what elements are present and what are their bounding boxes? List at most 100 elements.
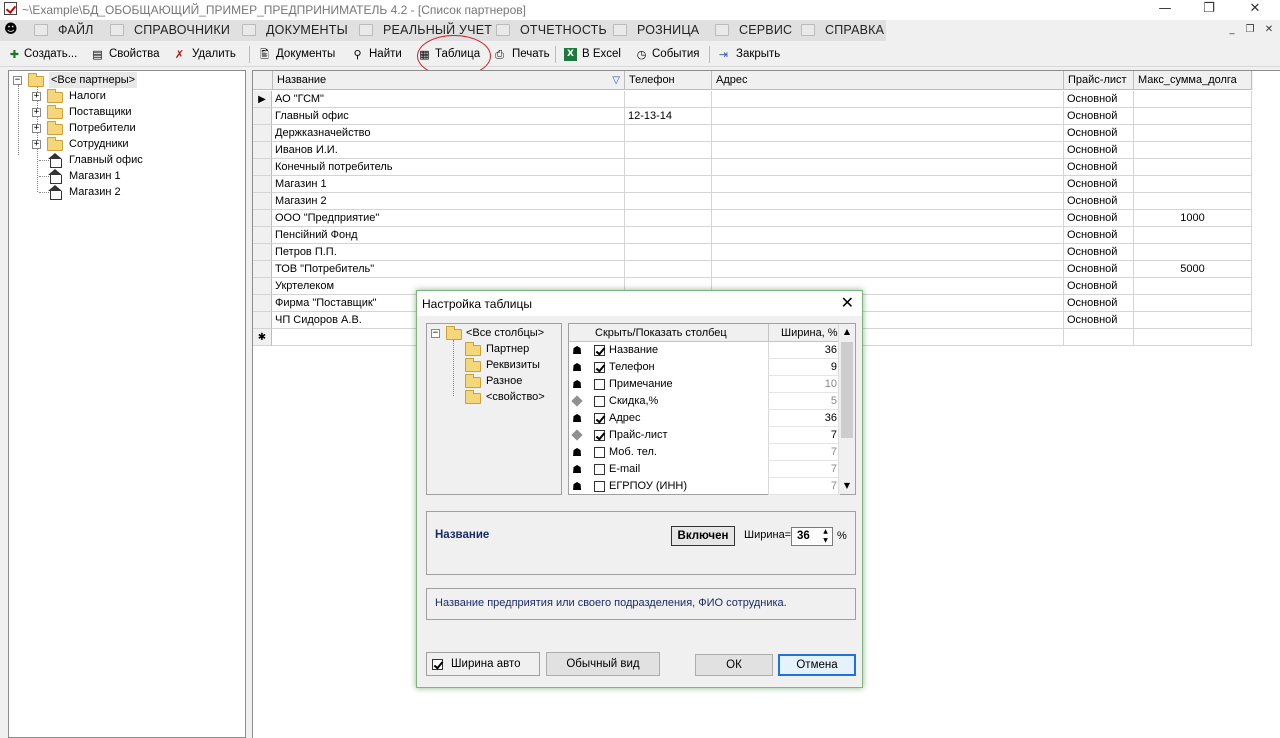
- cell-maxdebt[interactable]: 5000: [1134, 261, 1252, 278]
- spin-down-arrow[interactable]: ▼: [819, 537, 832, 545]
- cell-phone[interactable]: [625, 176, 712, 193]
- spin-up-arrow[interactable]: ▲: [819, 528, 832, 536]
- cell-pricelist[interactable]: [1064, 329, 1134, 346]
- tree-item-folder[interactable]: + Потребители: [32, 120, 232, 136]
- column-visible-checkbox[interactable]: [594, 447, 605, 458]
- cell-name[interactable]: Держказначейство: [272, 125, 625, 142]
- collapse-icon[interactable]: −: [431, 329, 440, 338]
- cell-pricelist[interactable]: Основной: [1064, 108, 1134, 125]
- table-row[interactable]: Пенсійний Фонд Основной: [253, 227, 1253, 244]
- scroll-down-arrow[interactable]: ▼: [839, 478, 855, 494]
- cell-address[interactable]: [712, 108, 1064, 125]
- cell-pricelist[interactable]: Основной: [1064, 278, 1134, 295]
- row-indicator[interactable]: ▶: [253, 91, 272, 108]
- cell-pricelist[interactable]: Основной: [1064, 125, 1134, 142]
- table-row[interactable]: Магазин 1 Основной: [253, 176, 1253, 193]
- table-row[interactable]: Главный офис 12-13-14 Основной: [253, 108, 1253, 125]
- cell-maxdebt[interactable]: [1134, 244, 1252, 261]
- cell-phone[interactable]: [625, 91, 712, 108]
- column-width[interactable]: 7: [768, 478, 840, 495]
- list-item[interactable]: ☗ Название 36: [569, 342, 840, 359]
- list-item[interactable]: ☗ E-mail 7: [569, 461, 840, 478]
- cell-address[interactable]: [712, 91, 1064, 108]
- row-indicator[interactable]: [253, 210, 272, 227]
- cell-name[interactable]: АО "ГСМ": [272, 91, 625, 108]
- cell-pricelist[interactable]: Основной: [1064, 91, 1134, 108]
- row-indicator[interactable]: [253, 295, 272, 312]
- tree-item-folder[interactable]: + Сотрудники: [32, 136, 232, 152]
- cell-pricelist[interactable]: Основной: [1064, 261, 1134, 278]
- cell-phone[interactable]: 12-13-14: [625, 108, 712, 125]
- cell-maxdebt[interactable]: [1134, 312, 1252, 329]
- column-header-address[interactable]: Адрес: [712, 71, 1064, 90]
- cell-pricelist[interactable]: Основной: [1064, 312, 1134, 329]
- delete-button[interactable]: ✗ Удалить: [173, 45, 237, 64]
- cell-pricelist[interactable]: Основной: [1064, 227, 1134, 244]
- row-indicator[interactable]: ✱: [253, 329, 272, 346]
- cell-name[interactable]: Магазин 1: [272, 176, 625, 193]
- expand-icon[interactable]: +: [32, 140, 41, 149]
- cell-address[interactable]: [712, 227, 1064, 244]
- expand-icon[interactable]: +: [32, 124, 41, 133]
- table-row[interactable]: Магазин 2 Основной: [253, 193, 1253, 210]
- cell-address[interactable]: [712, 142, 1064, 159]
- table-row[interactable]: Петров П.П. Основной: [253, 244, 1253, 261]
- enabled-toggle-button[interactable]: Включен: [671, 526, 735, 546]
- list-item[interactable]: Скидка,% 5: [569, 393, 840, 410]
- cell-name[interactable]: Иванов И.И.: [272, 142, 625, 159]
- expand-icon[interactable]: +: [32, 108, 41, 117]
- cell-maxdebt[interactable]: [1134, 159, 1252, 176]
- table-row[interactable]: ▶ АО "ГСМ" Основной: [253, 91, 1253, 108]
- cell-maxdebt[interactable]: [1134, 108, 1252, 125]
- row-indicator[interactable]: [253, 261, 272, 278]
- close-view-button[interactable]: ⇥ Закрыть: [717, 45, 781, 64]
- tree-item-root[interactable]: − <Все партнеры>: [13, 72, 243, 88]
- cell-address[interactable]: [712, 210, 1064, 227]
- table-row[interactable]: Конечный потребитель Основной: [253, 159, 1253, 176]
- properties-button[interactable]: ▤ Свойства: [91, 45, 161, 64]
- cell-maxdebt[interactable]: [1134, 329, 1252, 346]
- ok-button[interactable]: ОК: [695, 654, 773, 676]
- column-header-phone[interactable]: Телефон: [625, 71, 712, 90]
- cell-pricelist[interactable]: Основной: [1064, 244, 1134, 261]
- dialog-close-button[interactable]: ✕: [841, 294, 854, 312]
- column-visibility-list[interactable]: Скрыть/Показать столбец Ширина, % ☗ Назва…: [568, 323, 856, 495]
- scroll-up-arrow[interactable]: ▲: [839, 324, 855, 340]
- list-scrollbar[interactable]: ▲ ▼: [838, 324, 855, 494]
- cell-maxdebt[interactable]: 1000: [1134, 210, 1252, 227]
- cell-address[interactable]: [712, 159, 1064, 176]
- column-tree-root[interactable]: − <Все столбцы>: [431, 325, 559, 341]
- cell-pricelist[interactable]: Основной: [1064, 193, 1134, 210]
- list-item[interactable]: ☗ Телефон 9: [569, 359, 840, 376]
- tree-item-folder[interactable]: + Поставщики: [32, 104, 232, 120]
- column-width[interactable]: 7: [768, 461, 840, 478]
- expand-icon[interactable]: +: [32, 92, 41, 101]
- list-item[interactable]: ☗ ЕГРПОУ (ИНН) 7: [569, 478, 840, 495]
- cell-name[interactable]: Петров П.П.: [272, 244, 625, 261]
- column-tree-item[interactable]: Разное: [465, 373, 559, 389]
- list-item[interactable]: ☗ Адрес 36: [569, 410, 840, 427]
- cell-pricelist[interactable]: Основной: [1064, 142, 1134, 159]
- filter-icon[interactable]: ▽: [612, 71, 620, 89]
- cancel-button[interactable]: Отмена: [778, 654, 856, 676]
- row-indicator[interactable]: [253, 176, 272, 193]
- column-header-name[interactable]: Название ▽: [273, 71, 625, 90]
- column-visible-checkbox[interactable]: [594, 430, 605, 441]
- cell-address[interactable]: [712, 125, 1064, 142]
- table-row[interactable]: ООО "Предприятие" Основной 1000: [253, 210, 1253, 227]
- cell-pricelist[interactable]: Основной: [1064, 159, 1134, 176]
- cell-name[interactable]: Конечный потребитель: [272, 159, 625, 176]
- cell-maxdebt[interactable]: [1134, 125, 1252, 142]
- column-group-tree[interactable]: − <Все столбцы> Партнер Реквизиты Разное…: [426, 323, 562, 495]
- tree-item-place[interactable]: Магазин 1: [32, 168, 232, 184]
- mdi-restore-button[interactable]: ❐: [1243, 24, 1257, 37]
- column-visible-checkbox[interactable]: [594, 413, 605, 424]
- close-button[interactable]: ✕: [1232, 0, 1278, 20]
- cell-phone[interactable]: [625, 227, 712, 244]
- cell-pricelist[interactable]: Основной: [1064, 210, 1134, 227]
- column-tree-item[interactable]: Партнер: [465, 341, 559, 357]
- row-indicator[interactable]: [253, 108, 272, 125]
- cell-name[interactable]: Магазин 2: [272, 193, 625, 210]
- column-width[interactable]: 7: [768, 427, 840, 444]
- width-spinner[interactable]: 36 ▲ ▼: [791, 527, 833, 546]
